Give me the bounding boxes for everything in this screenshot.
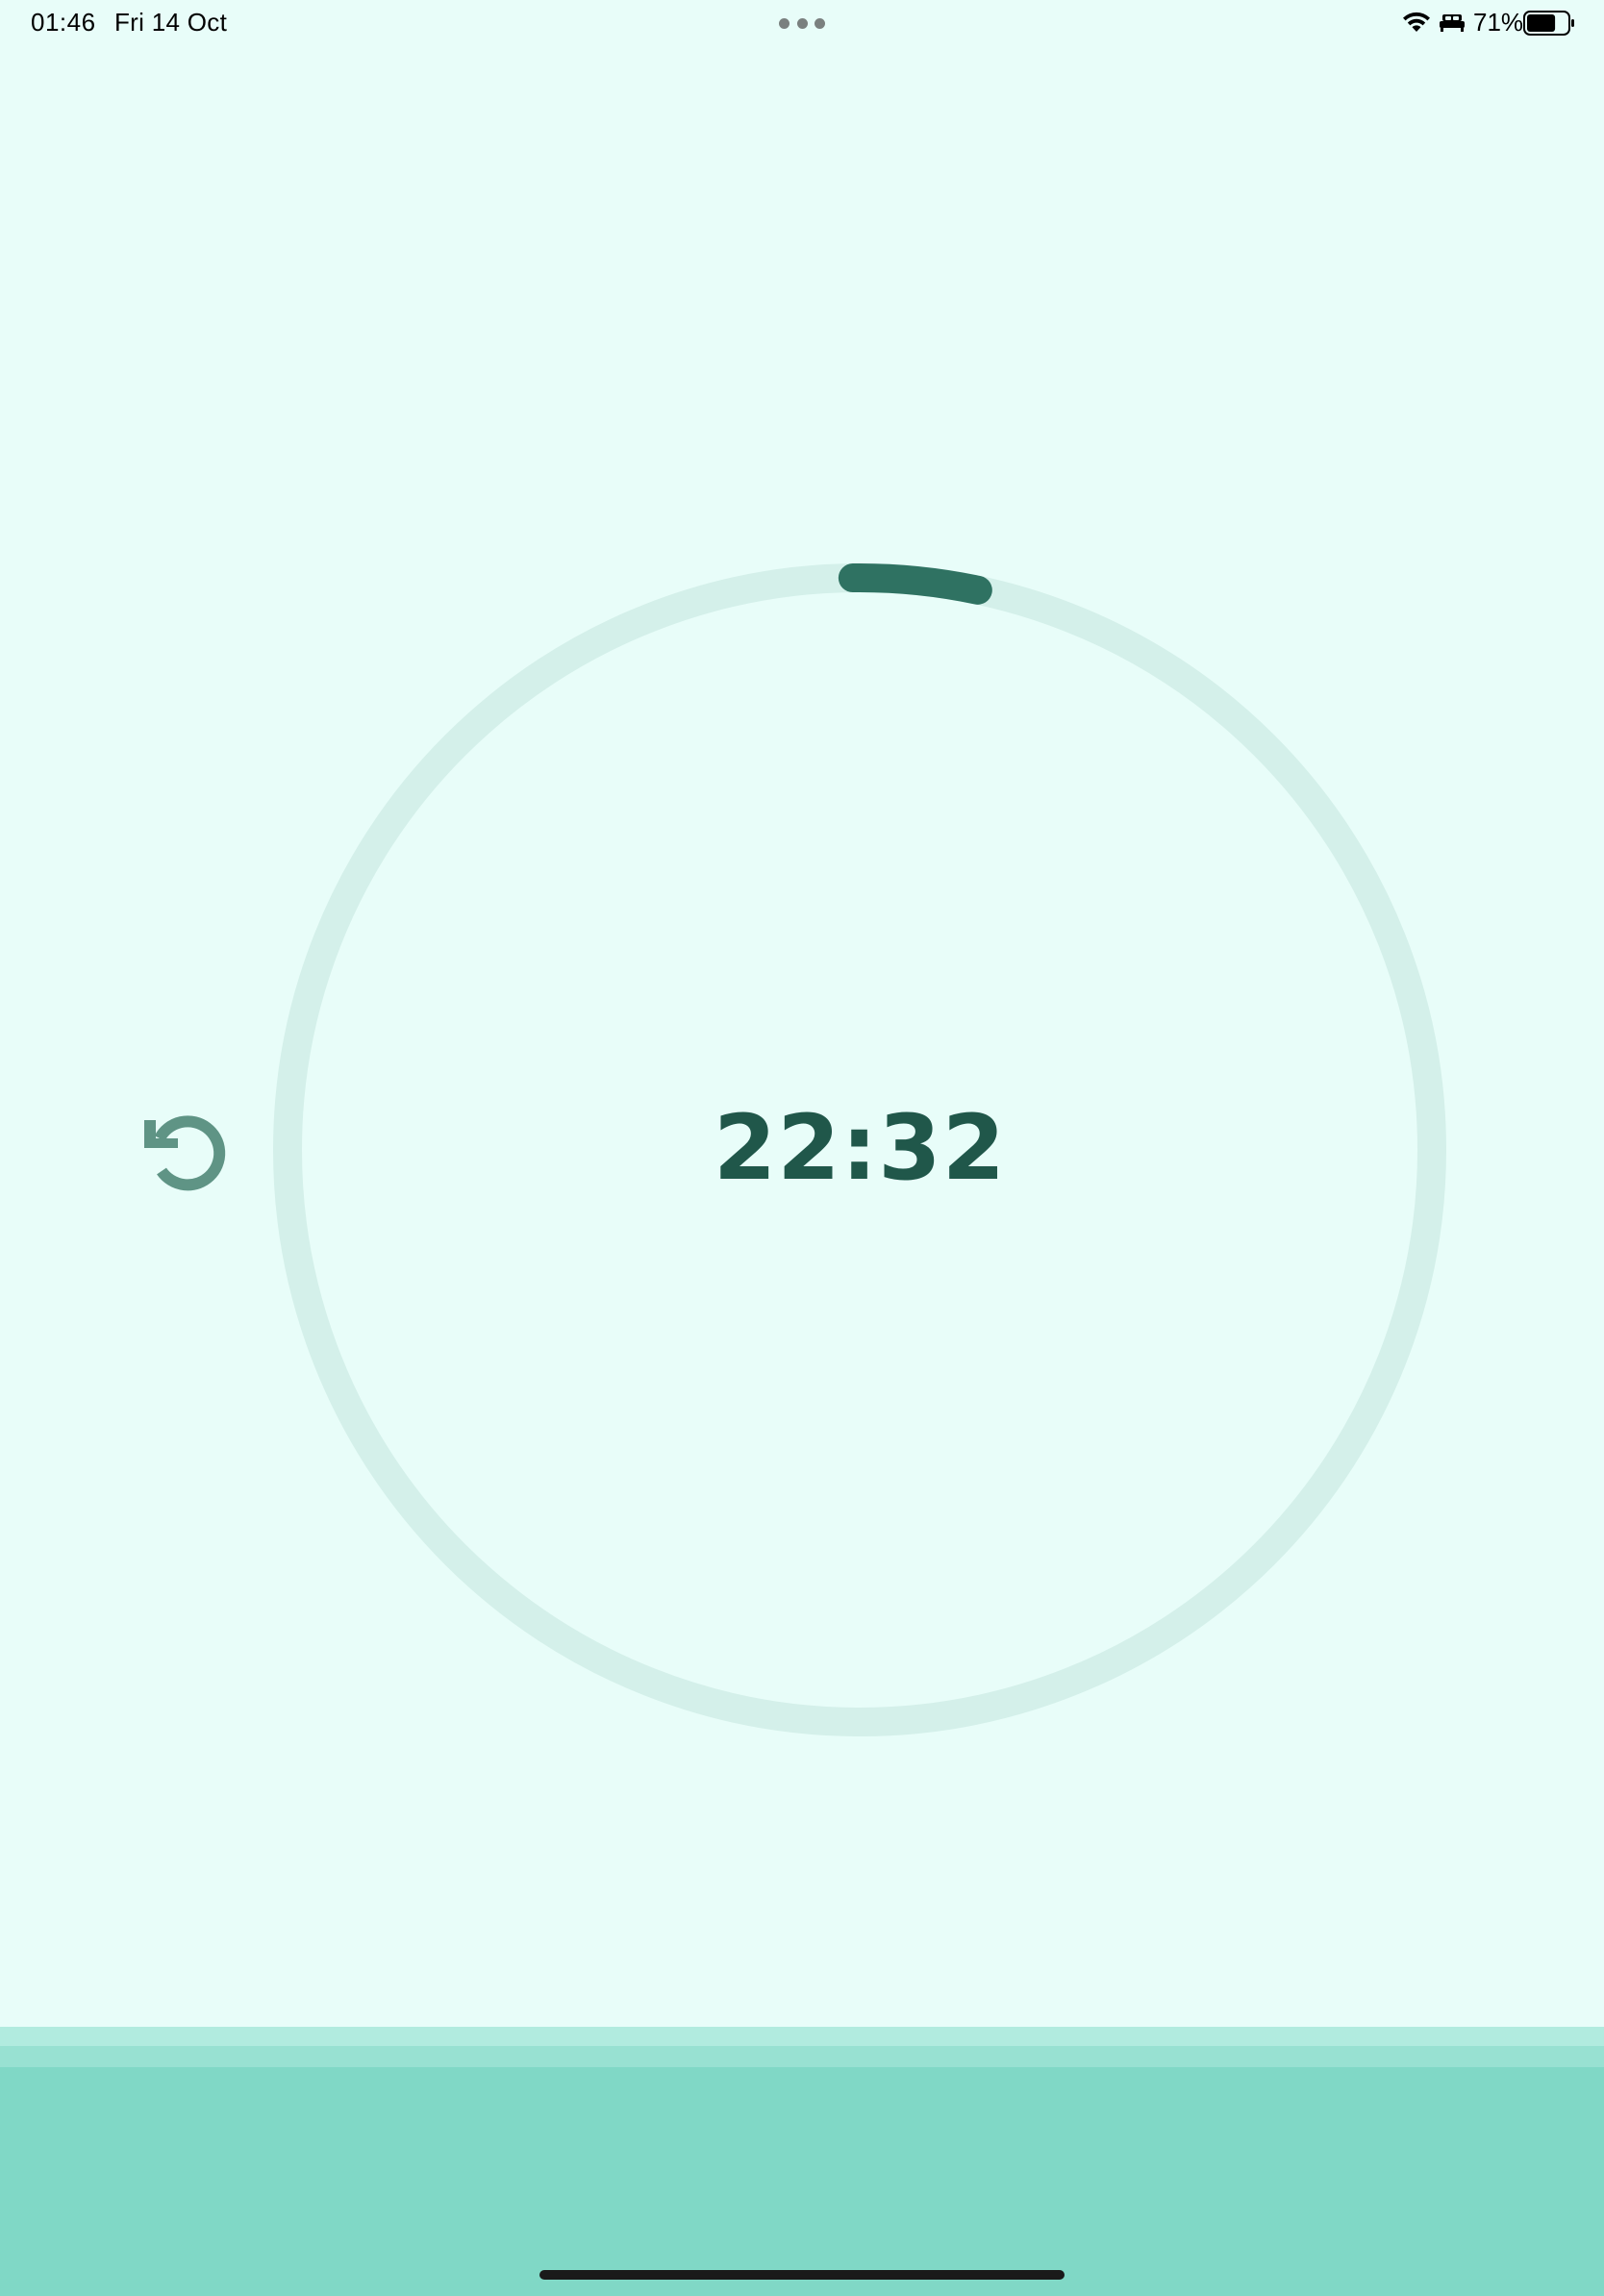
battery-fill xyxy=(1527,14,1556,32)
reset-button[interactable] xyxy=(135,1104,227,1196)
dot-icon xyxy=(815,17,825,29)
timer-display: 22:32 xyxy=(713,1096,1007,1201)
battery-icon xyxy=(1523,11,1574,36)
bottom-panel-band xyxy=(0,2027,1604,2046)
sleep-focus-icon xyxy=(1440,14,1465,32)
bottom-panel xyxy=(0,2027,1604,2296)
multitasking-menu[interactable] xyxy=(779,17,825,29)
home-indicator[interactable] xyxy=(539,2270,1065,2280)
battery-percent: 71% xyxy=(1473,8,1524,37)
wifi-icon xyxy=(1403,12,1430,32)
bottom-panel-band xyxy=(0,2046,1604,2067)
dot-icon xyxy=(779,17,789,29)
status-date: Fri 14 Oct xyxy=(114,8,228,37)
status-time: 01:46 xyxy=(31,8,96,37)
reset-icon xyxy=(144,1115,226,1191)
status-bar: 01:46 Fri 14 Oct 71% xyxy=(0,0,1604,46)
timer-progress-arc xyxy=(838,563,992,605)
dot-icon xyxy=(796,17,808,29)
